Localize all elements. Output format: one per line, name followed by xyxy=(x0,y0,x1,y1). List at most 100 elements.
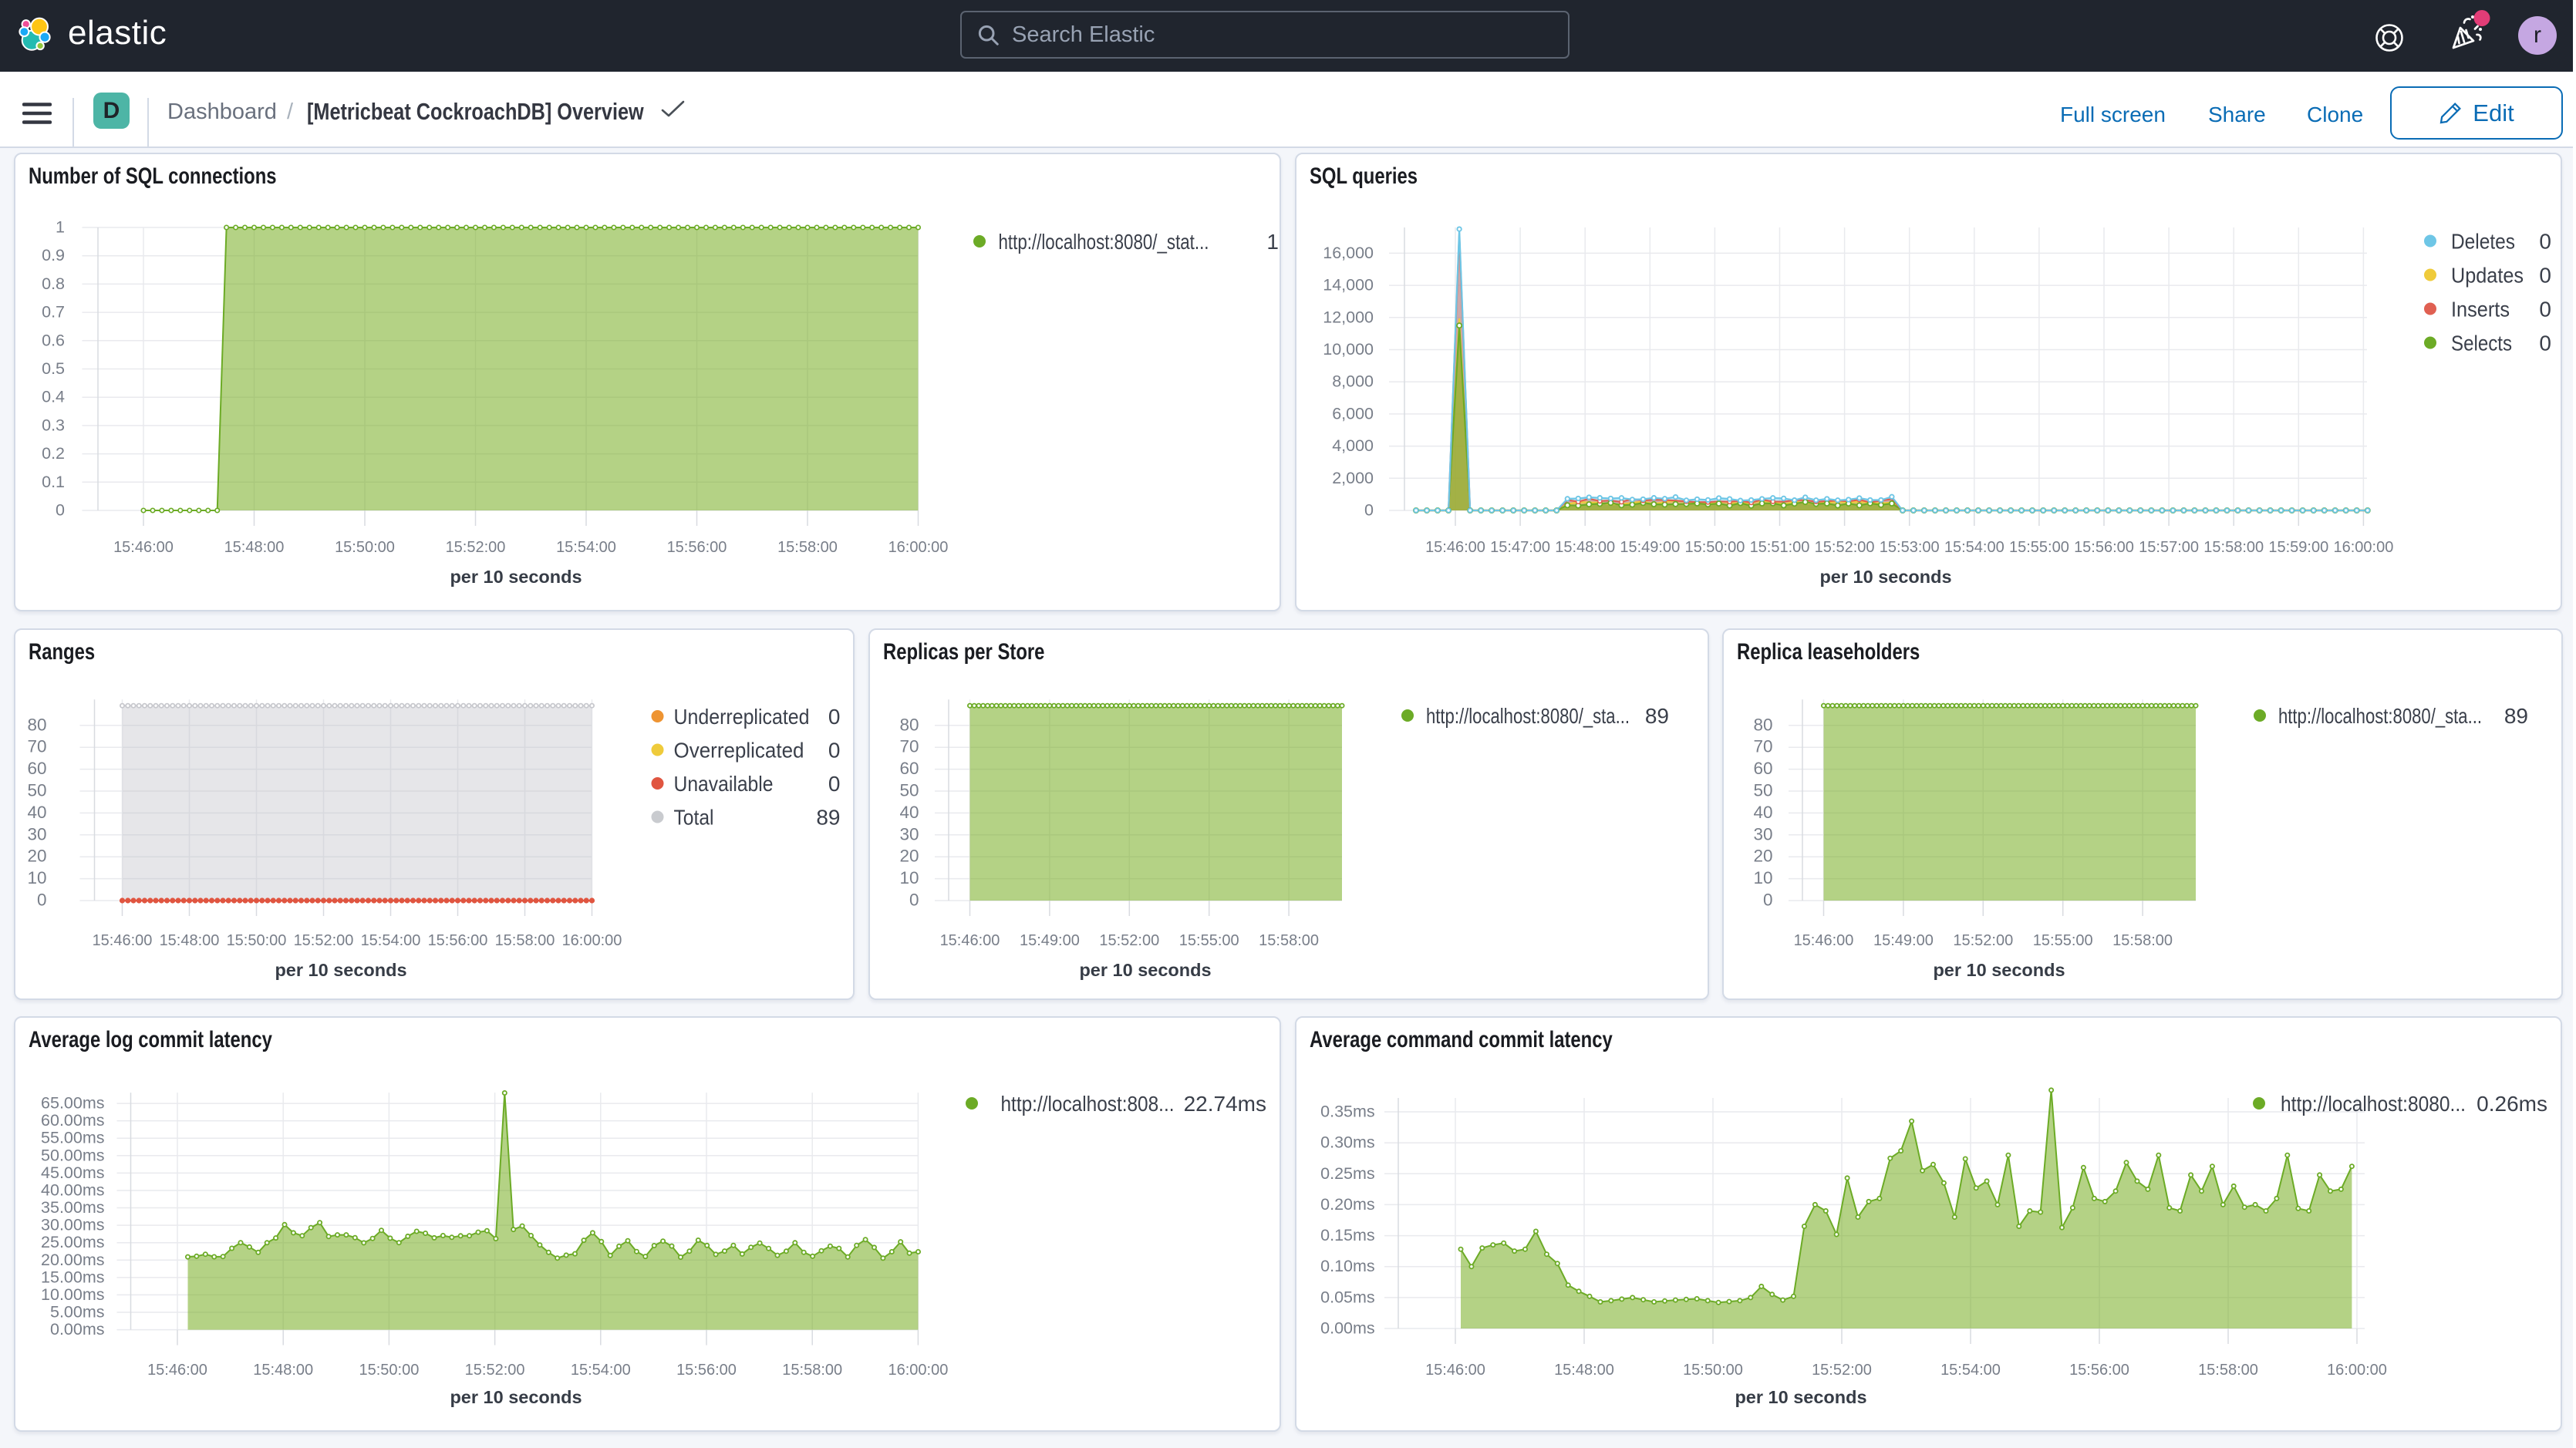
svg-text:0: 0 xyxy=(2539,264,2551,288)
svg-text:15:52:00: 15:52:00 xyxy=(293,932,353,949)
svg-text:0: 0 xyxy=(36,891,46,910)
svg-text:0: 0 xyxy=(909,891,919,910)
svg-text:30: 30 xyxy=(1753,824,1772,844)
svg-text:15:56:00: 15:56:00 xyxy=(2074,539,2134,556)
svg-text:15:53:00: 15:53:00 xyxy=(1880,539,1940,556)
svg-text:15:58:00: 15:58:00 xyxy=(777,539,838,556)
svg-text:15:55:00: 15:55:00 xyxy=(1178,932,1239,949)
svg-text:20: 20 xyxy=(27,847,46,866)
svg-text:16:00:00: 16:00:00 xyxy=(2333,539,2393,556)
svg-text:0.05ms: 0.05ms xyxy=(1320,1288,1375,1306)
svg-text:0.4: 0.4 xyxy=(42,388,65,406)
svg-text:80: 80 xyxy=(1753,715,1772,734)
svg-text:15:56:00: 15:56:00 xyxy=(676,1362,737,1379)
svg-text:45.00ms: 45.00ms xyxy=(41,1163,104,1182)
svg-text:0.00ms: 0.00ms xyxy=(1320,1319,1375,1338)
svg-text:60: 60 xyxy=(27,759,46,778)
svg-text:Deletes: Deletes xyxy=(2451,230,2515,254)
svg-text:15:58:00: 15:58:00 xyxy=(782,1362,842,1379)
svg-text:Unavailable: Unavailable xyxy=(673,772,773,796)
svg-text:15:50:00: 15:50:00 xyxy=(359,1362,419,1379)
svg-text:5.00ms: 5.00ms xyxy=(49,1303,104,1322)
svg-text:15:55:00: 15:55:00 xyxy=(2033,932,2093,949)
svg-text:15.00ms: 15.00ms xyxy=(41,1268,104,1286)
svg-text:89: 89 xyxy=(816,806,840,830)
svg-text:10,000: 10,000 xyxy=(1323,340,1374,359)
svg-text:2,000: 2,000 xyxy=(1332,469,1374,487)
svg-text:15:48:00: 15:48:00 xyxy=(224,539,284,556)
svg-text:0.7: 0.7 xyxy=(42,303,65,322)
svg-text:Total: Total xyxy=(673,806,713,830)
svg-text:15:49:00: 15:49:00 xyxy=(1019,932,1079,949)
svg-text:4,000: 4,000 xyxy=(1332,436,1374,455)
svg-text:15:59:00: 15:59:00 xyxy=(2268,539,2328,556)
svg-text:Updates: Updates xyxy=(2451,264,2524,288)
svg-text:40: 40 xyxy=(1753,803,1772,822)
svg-text:15:49:00: 15:49:00 xyxy=(1873,932,1934,949)
svg-text:15:47:00: 15:47:00 xyxy=(1490,539,1550,556)
svg-text:0.8: 0.8 xyxy=(42,274,65,293)
svg-text:Underreplicated: Underreplicated xyxy=(673,705,809,729)
svg-text:0: 0 xyxy=(828,772,840,796)
svg-text:http://localhost:8080/_sta...: http://localhost:8080/_sta... xyxy=(1426,704,1630,728)
svg-text:10: 10 xyxy=(1753,868,1772,887)
svg-text:15:58:00: 15:58:00 xyxy=(2203,539,2264,556)
svg-text:15:46:00: 15:46:00 xyxy=(113,539,174,556)
svg-text:http://localhost:8080/_sta...: http://localhost:8080/_sta... xyxy=(2278,704,2482,728)
svg-text:60: 60 xyxy=(1753,759,1772,778)
svg-text:0: 0 xyxy=(2539,332,2551,355)
svg-text:Selects: Selects xyxy=(2451,332,2512,355)
svg-text:http://localhost:8080...: http://localhost:8080... xyxy=(2281,1092,2466,1116)
svg-text:15:50:00: 15:50:00 xyxy=(1683,1362,1743,1379)
svg-text:15:50:00: 15:50:00 xyxy=(226,932,286,949)
svg-text:15:54:00: 15:54:00 xyxy=(1940,1362,2001,1379)
svg-text:15:50:00: 15:50:00 xyxy=(335,539,395,556)
svg-text:Inserts: Inserts xyxy=(2451,298,2510,322)
svg-text:89: 89 xyxy=(1644,704,1668,728)
svg-text:15:46:00: 15:46:00 xyxy=(147,1362,207,1379)
svg-text:15:54:00: 15:54:00 xyxy=(556,539,616,556)
svg-text:15:56:00: 15:56:00 xyxy=(666,539,727,556)
svg-text:15:48:00: 15:48:00 xyxy=(1554,1362,1614,1379)
svg-text:15:48:00: 15:48:00 xyxy=(159,932,219,949)
svg-text:0.6: 0.6 xyxy=(42,331,65,349)
svg-text:50: 50 xyxy=(1753,781,1772,800)
svg-text:15:52:00: 15:52:00 xyxy=(1953,932,2013,949)
svg-text:15:54:00: 15:54:00 xyxy=(1944,539,2004,556)
svg-text:0: 0 xyxy=(2539,230,2551,254)
svg-text:15:52:00: 15:52:00 xyxy=(1815,539,1875,556)
svg-text:30.00ms: 30.00ms xyxy=(41,1216,104,1234)
svg-text:12,000: 12,000 xyxy=(1323,308,1374,326)
svg-text:60.00ms: 60.00ms xyxy=(41,1111,104,1130)
svg-text:89: 89 xyxy=(2504,704,2528,728)
svg-text:65.00ms: 65.00ms xyxy=(41,1094,104,1113)
svg-text:Overreplicated: Overreplicated xyxy=(673,739,804,763)
svg-text:0: 0 xyxy=(1364,501,1374,520)
svg-text:0.00ms: 0.00ms xyxy=(49,1320,104,1339)
svg-text:15:54:00: 15:54:00 xyxy=(360,932,420,949)
svg-text:0.25ms: 0.25ms xyxy=(1320,1164,1375,1183)
svg-text:6,000: 6,000 xyxy=(1332,404,1374,423)
svg-text:15:51:00: 15:51:00 xyxy=(1750,539,1810,556)
svg-text:per 10 seconds: per 10 seconds xyxy=(1079,960,1211,980)
svg-text:40: 40 xyxy=(899,803,919,822)
svg-text:20.00ms: 20.00ms xyxy=(41,1251,104,1269)
svg-text:10: 10 xyxy=(27,868,46,887)
svg-text:35.00ms: 35.00ms xyxy=(41,1198,104,1217)
svg-text:15:50:00: 15:50:00 xyxy=(1684,539,1745,556)
svg-text:16:00:00: 16:00:00 xyxy=(561,932,622,949)
svg-text:80: 80 xyxy=(27,715,46,734)
svg-text:55.00ms: 55.00ms xyxy=(41,1129,104,1147)
svg-text:0: 0 xyxy=(828,705,840,729)
svg-text:15:52:00: 15:52:00 xyxy=(1099,932,1159,949)
svg-text:70: 70 xyxy=(27,737,46,756)
svg-text:15:49:00: 15:49:00 xyxy=(1620,539,1680,556)
svg-text:15:48:00: 15:48:00 xyxy=(1555,539,1615,556)
svg-text:15:58:00: 15:58:00 xyxy=(2198,1362,2258,1379)
svg-text:50: 50 xyxy=(899,781,919,800)
svg-text:1: 1 xyxy=(1266,230,1279,254)
svg-text:40: 40 xyxy=(27,803,46,822)
svg-text:0.35ms: 0.35ms xyxy=(1320,1103,1375,1121)
svg-text:15:52:00: 15:52:00 xyxy=(445,539,505,556)
svg-text:0.30ms: 0.30ms xyxy=(1320,1133,1375,1152)
